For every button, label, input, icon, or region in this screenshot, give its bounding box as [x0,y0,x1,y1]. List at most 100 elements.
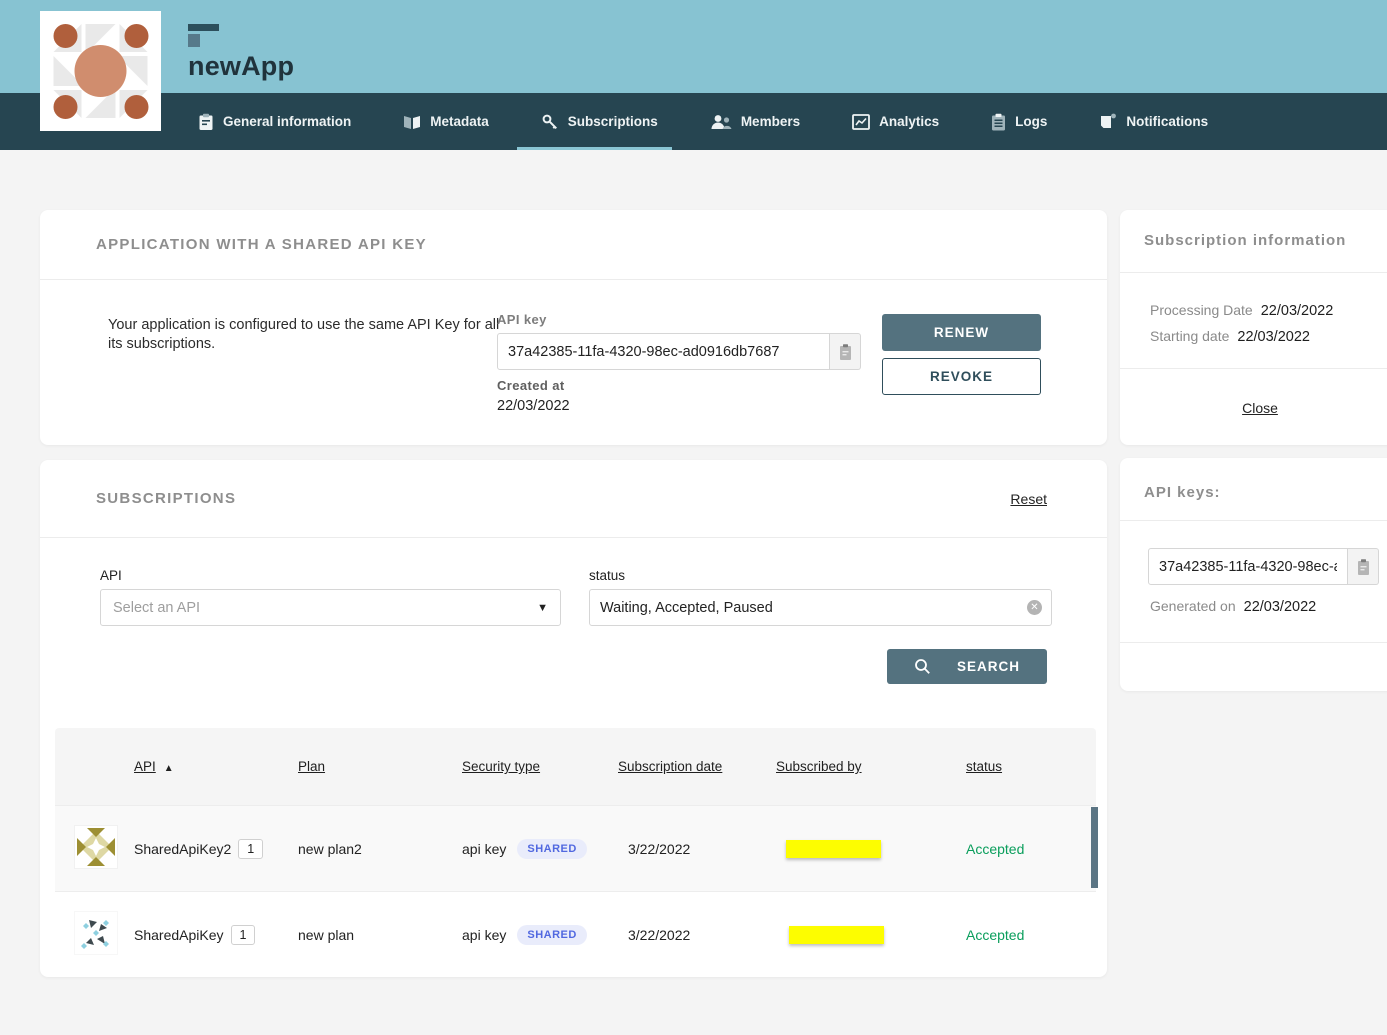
reset-link[interactable]: Reset [1010,491,1047,507]
tab-members[interactable]: Members [702,93,808,150]
table-scrollbar-thumb[interactable] [1091,807,1098,888]
tab-metadata[interactable]: Metadata [395,93,497,150]
row-avatar-cell [55,912,134,957]
shared-api-key-card-header: APPLICATION WITH A SHARED API KEY [40,210,1107,280]
shared-api-key-card: APPLICATION WITH A SHARED API KEY Your a… [40,210,1107,445]
tab-notifications[interactable]: Notifications [1091,93,1216,150]
avatar [75,912,117,954]
subscription-count-badge: 1 [231,925,256,945]
book-icon [403,114,421,130]
app-logo [40,11,161,131]
notification-icon [1099,113,1117,130]
tab-label: Metadata [430,114,489,129]
api-name: SharedApiKey2 [134,841,231,857]
generated-on-value: 22/03/2022 [1244,599,1317,615]
main-nav: General information Metadata Subscriptio… [0,93,1387,150]
shared-api-key-title: APPLICATION WITH A SHARED API KEY [96,236,427,253]
column-header-status[interactable]: status [966,759,1096,774]
app-title: newApp [188,51,294,82]
subscription-info-title: Subscription information [1144,232,1346,249]
chevron-down-icon: ▼ [537,602,548,614]
tab-label: Subscriptions [568,114,658,129]
starting-date-value: 22/03/2022 [1237,329,1310,345]
status-input[interactable] [589,589,1052,626]
shared-badge: SHARED [517,839,586,859]
security-type-cell: api key SHARED [462,839,628,859]
api-key-field-group [1148,548,1379,585]
tab-label: Notifications [1126,114,1208,129]
redacted-subscriber [789,926,884,944]
status-filter: status ✕ [589,568,1052,626]
plan-cell: new plan [298,927,462,943]
column-header-subscribed-by[interactable]: Subscribed by [776,759,966,774]
generated-on-row: Generated on 22/03/2022 [1150,598,1316,615]
close-link[interactable]: Close [1242,400,1278,416]
column-header-api[interactable]: API▲ [134,759,298,774]
tab-label: General information [223,114,351,129]
api-key-group: API key [497,312,861,370]
divider [1120,368,1387,369]
status-filter-label: status [589,568,1052,583]
status-cell: Accepted [966,841,1096,857]
tab-subscriptions[interactable]: Subscriptions [533,93,666,150]
starting-date-label: Starting date [1150,328,1229,344]
generated-on-label: Generated on [1150,598,1236,614]
divider [1120,272,1387,273]
table-row[interactable]: SharedApiKey2 1 new plan2 api key SHARED… [55,805,1096,891]
api-filter-label: API [100,568,561,583]
tab-logs[interactable]: Logs [983,93,1055,150]
copy-api-key-button[interactable] [830,333,861,370]
api-key-label: API key [497,312,861,327]
subscription-date-cell: 3/22/2022 [628,841,786,857]
clipboard-copy-icon [1356,558,1371,576]
security-type-cell: api key SHARED [462,925,628,945]
application-icon [188,24,219,47]
api-select-placeholder: Select an API [113,600,537,616]
column-header-security-type[interactable]: Security type [462,759,628,774]
processing-date-value: 22/03/2022 [1261,303,1334,319]
clear-status-icon[interactable]: ✕ [1027,600,1042,615]
clipboard-copy-icon [838,343,853,361]
subscriptions-title: SUBSCRIPTIONS [96,490,236,507]
redacted-subscriber [786,840,881,858]
app-header: newApp [188,24,294,82]
api-keys-card: API keys: Generated on 22/03/2022 [1120,458,1387,691]
chart-icon [852,114,870,130]
subscribed-by-cell [786,840,966,858]
subscription-count-badge: 1 [238,839,263,859]
tab-analytics[interactable]: Analytics [844,93,947,150]
subscriptions-card-header: SUBSCRIPTIONS Reset [40,460,1107,538]
api-name-cell: SharedApiKey2 1 [134,839,298,859]
sidebar-api-key-input[interactable] [1148,548,1348,585]
search-button[interactable]: SEARCH [887,649,1047,684]
shared-api-key-description: Your application is configured to use th… [108,316,506,354]
subscriptions-table: API▲ Plan Security type Subscription dat… [55,728,1096,977]
copy-api-key-button[interactable] [1348,548,1379,585]
subscription-info-card: Subscription information Processing Date… [1120,210,1387,445]
logs-icon [991,113,1006,131]
renew-button[interactable]: RENEW [882,314,1041,351]
api-keys-title: API keys: [1144,484,1221,501]
table-row[interactable]: SharedApiKey 1 new plan api key SHARED 3… [55,891,1096,977]
tab-label: Logs [1015,114,1047,129]
tab-general-information[interactable]: General information [190,93,359,150]
column-header-subscription-date[interactable]: Subscription date [618,759,786,774]
avatar [75,826,117,868]
created-at-label: Created at [497,378,570,393]
created-at-value: 22/03/2022 [497,398,570,414]
security-type: api key [462,927,506,943]
processing-date-label: Processing Date [1150,302,1253,318]
shared-badge: SHARED [517,925,586,945]
api-select[interactable]: Select an API ▼ [100,589,561,626]
divider [1120,520,1387,521]
column-header-plan[interactable]: Plan [298,759,462,774]
key-icon [541,113,559,131]
subscription-date-cell: 3/22/2022 [628,927,786,943]
api-key-input[interactable] [497,333,830,370]
clipboard-icon [198,113,214,131]
revoke-button[interactable]: REVOKE [882,358,1041,395]
security-type: api key [462,841,506,857]
table-header-row: API▲ Plan Security type Subscription dat… [55,728,1096,805]
api-filter: API Select an API ▼ [100,568,561,626]
starting-date-row: Starting date 22/03/2022 [1150,328,1310,345]
